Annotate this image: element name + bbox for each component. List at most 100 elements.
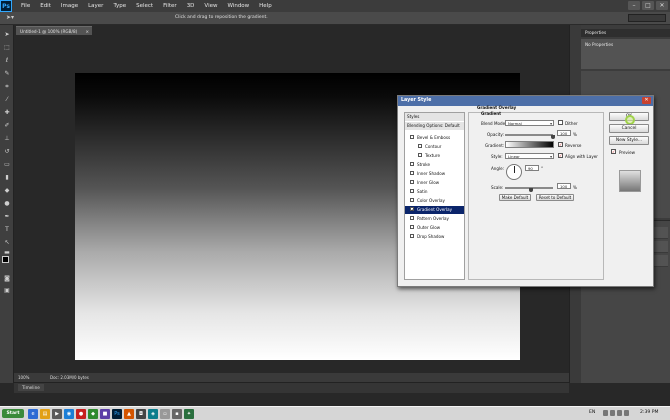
style-checkbox[interactable] bbox=[410, 225, 414, 229]
cancel-button[interactable]: Cancel bbox=[609, 124, 649, 133]
menu-type[interactable]: Type bbox=[108, 0, 131, 12]
gradient-picker[interactable] bbox=[505, 141, 554, 148]
timeline-tab[interactable]: Timeline bbox=[18, 384, 44, 391]
dither-checkbox[interactable] bbox=[558, 120, 563, 125]
properties-panel-header[interactable]: Properties bbox=[581, 29, 670, 37]
preview-checkbox[interactable]: ✓ bbox=[611, 149, 616, 154]
blur-tool-icon[interactable]: ◆ bbox=[3, 187, 11, 194]
app-icon[interactable]: ● bbox=[76, 409, 86, 419]
styles-header[interactable]: Styles bbox=[405, 113, 464, 121]
style-checkbox[interactable] bbox=[410, 198, 414, 202]
dialog-title[interactable]: Layer Style bbox=[398, 96, 653, 106]
style-item-inner-glow[interactable]: Inner Glow bbox=[405, 179, 464, 187]
screen-mode-icon[interactable]: ▣ bbox=[3, 287, 11, 294]
new-style-button[interactable]: New Style... bbox=[609, 136, 649, 145]
document-info[interactable]: Doc: 2.03M/0 bytes bbox=[50, 373, 89, 382]
brush-tool-icon[interactable]: ✐ bbox=[3, 122, 11, 129]
menu-filter[interactable]: Filter bbox=[158, 0, 182, 12]
photoshop-taskbar-icon[interactable]: Ps bbox=[112, 409, 122, 419]
quick-select-tool-icon[interactable]: ✎ bbox=[3, 70, 11, 77]
document-tab[interactable]: Untitled-1 @ 100% (RGB/8) × bbox=[16, 26, 92, 35]
menu-file[interactable]: File bbox=[16, 0, 35, 12]
style-checkbox[interactable] bbox=[410, 189, 414, 193]
lasso-tool-icon[interactable]: ℓ bbox=[3, 57, 11, 64]
menu-edit[interactable]: Edit bbox=[35, 0, 56, 12]
style-item-outer-glow[interactable]: Outer Glow bbox=[405, 224, 464, 232]
opacity-slider-knob[interactable] bbox=[551, 135, 555, 139]
tray-icon[interactable] bbox=[624, 410, 629, 416]
explorer-icon[interactable]: e bbox=[28, 409, 38, 419]
style-checkbox[interactable] bbox=[410, 162, 414, 166]
quick-mask-icon[interactable]: ◙ bbox=[3, 275, 11, 282]
reset-to-default-button[interactable]: Reset to Default bbox=[536, 194, 574, 201]
dodge-tool-icon[interactable]: ● bbox=[3, 200, 11, 207]
foreground-color-swatch[interactable] bbox=[2, 256, 9, 263]
style-item-contour[interactable]: Contour bbox=[405, 143, 464, 151]
pen-tool-icon[interactable]: ✒ bbox=[3, 213, 11, 220]
style-checkbox[interactable] bbox=[410, 180, 414, 184]
dialog-close-button[interactable]: ✕ bbox=[642, 97, 651, 104]
style-item-gradient-overlay[interactable]: ✓ Gradient Overlay bbox=[405, 206, 464, 214]
language-indicator[interactable]: EN bbox=[589, 410, 595, 415]
move-tool-icon[interactable]: ➤ bbox=[3, 31, 11, 38]
app-icon[interactable]: ■ bbox=[100, 409, 110, 419]
align-with-layer-checkbox[interactable]: ✓ bbox=[558, 153, 563, 158]
minimize-button[interactable]: – bbox=[628, 1, 640, 10]
folder-icon[interactable]: ▤ bbox=[40, 409, 50, 419]
path-select-tool-icon[interactable]: ↖ bbox=[3, 239, 11, 246]
style-item-inner-shadow[interactable]: Inner Shadow bbox=[405, 170, 464, 178]
tray-icon[interactable] bbox=[603, 410, 608, 416]
gradient-tool-icon[interactable]: ▮ bbox=[3, 174, 11, 181]
menu-window[interactable]: Window bbox=[222, 0, 254, 12]
history-brush-tool-icon[interactable]: ↺ bbox=[3, 148, 11, 155]
style-checkbox[interactable] bbox=[410, 135, 414, 139]
stamp-tool-icon[interactable]: ⊥ bbox=[3, 135, 11, 142]
tray-icon[interactable] bbox=[617, 410, 622, 416]
style-checkbox[interactable] bbox=[418, 153, 422, 157]
start-button[interactable]: Start bbox=[2, 409, 24, 418]
eyedropper-tool-icon[interactable]: ⁄ bbox=[3, 96, 11, 103]
opacity-slider[interactable] bbox=[505, 134, 553, 136]
style-item-color-overlay[interactable]: Color Overlay bbox=[405, 197, 464, 205]
menu-3d[interactable]: 3D bbox=[182, 0, 200, 12]
app-icon[interactable]: ◘ bbox=[136, 409, 146, 419]
style-item-texture[interactable]: Texture bbox=[405, 152, 464, 160]
app-icon[interactable]: ◈ bbox=[148, 409, 158, 419]
crop-tool-icon[interactable]: ⌗ bbox=[3, 83, 11, 90]
close-window-button[interactable]: ✕ bbox=[656, 1, 668, 10]
style-item-drop-shadow[interactable]: Drop Shadow bbox=[405, 233, 464, 241]
style-item-satin[interactable]: Satin bbox=[405, 188, 464, 196]
style-checkbox[interactable] bbox=[410, 216, 414, 220]
style-item-stroke[interactable]: Stroke bbox=[405, 161, 464, 169]
opacity-field[interactable]: 100 bbox=[557, 130, 571, 136]
eraser-tool-icon[interactable]: ▭ bbox=[3, 161, 11, 168]
blending-options-item[interactable]: Blending Options: Default bbox=[405, 122, 464, 130]
blend-mode-select[interactable]: Normal ▾ bbox=[505, 120, 554, 126]
menu-help[interactable]: Help bbox=[254, 0, 277, 12]
scale-field[interactable]: 100 bbox=[557, 183, 571, 189]
menu-layer[interactable]: Layer bbox=[83, 0, 108, 12]
style-checkbox[interactable] bbox=[418, 144, 422, 148]
app-icon[interactable]: ◉ bbox=[64, 409, 74, 419]
menu-select[interactable]: Select bbox=[131, 0, 158, 12]
app-icon[interactable]: ▪ bbox=[172, 409, 182, 419]
type-tool-icon[interactable]: T bbox=[3, 226, 11, 233]
app-icon[interactable]: ◆ bbox=[88, 409, 98, 419]
scale-slider-knob[interactable] bbox=[529, 188, 533, 192]
app-icon[interactable]: ▫ bbox=[160, 409, 170, 419]
marquee-tool-icon[interactable]: ⬚ bbox=[3, 44, 11, 51]
app-icon[interactable]: ✦ bbox=[184, 409, 194, 419]
style-checkbox[interactable]: ✓ bbox=[410, 207, 414, 212]
reverse-checkbox[interactable]: ✓ bbox=[558, 142, 563, 147]
media-icon[interactable]: ▶ bbox=[52, 409, 62, 419]
workspace-select[interactable] bbox=[628, 14, 666, 22]
shape-tool-icon[interactable]: ▬ bbox=[3, 249, 11, 256]
angle-dial[interactable] bbox=[506, 164, 522, 180]
tray-icon[interactable] bbox=[610, 410, 615, 416]
menu-view[interactable]: View bbox=[199, 0, 222, 12]
angle-field[interactable]: 90 bbox=[525, 165, 539, 171]
clock[interactable]: 2:39 PM bbox=[640, 410, 659, 415]
style-select[interactable]: Linear ▾ bbox=[505, 153, 554, 159]
zoom-level[interactable]: 100% bbox=[18, 373, 29, 382]
menu-image[interactable]: Image bbox=[56, 0, 83, 12]
